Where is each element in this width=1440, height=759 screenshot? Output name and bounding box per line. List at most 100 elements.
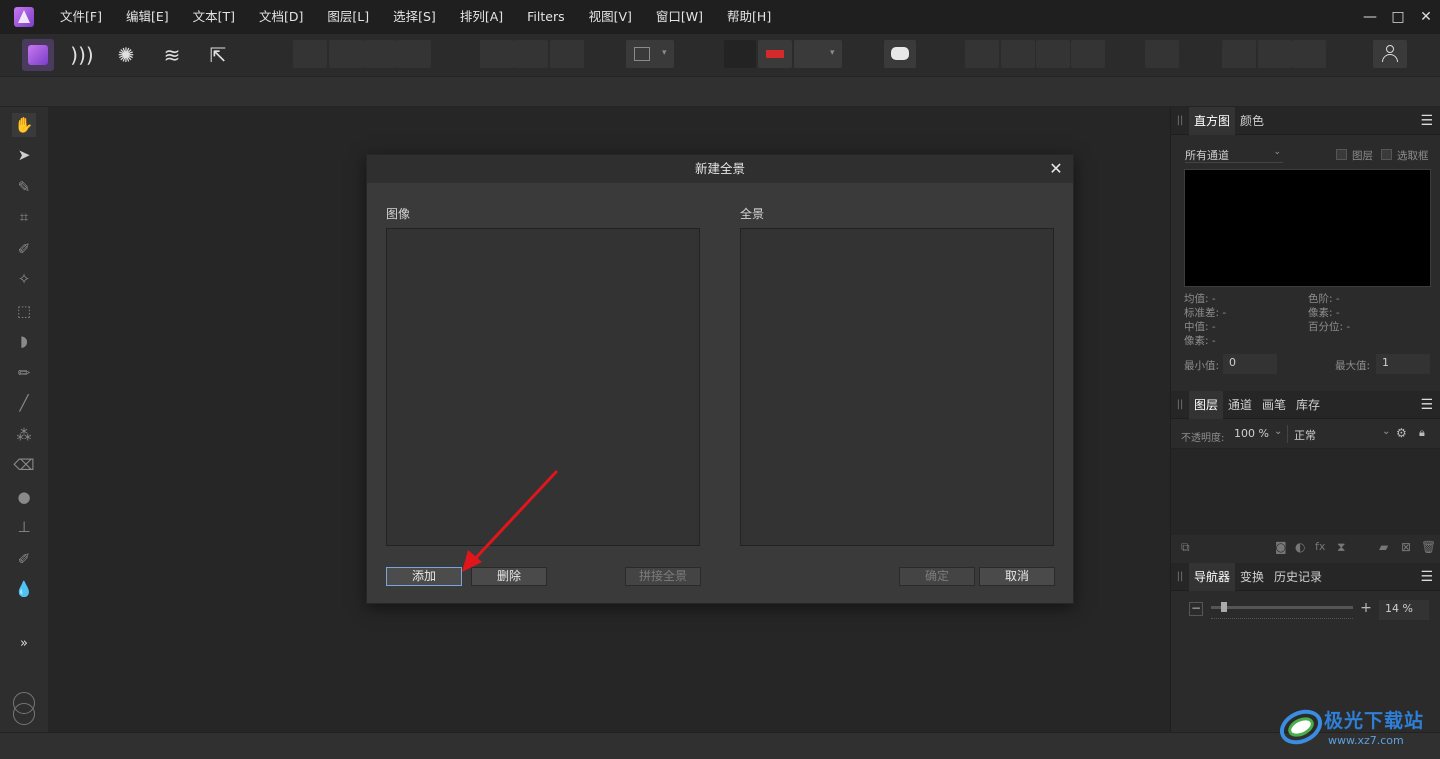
maximize-icon[interactable]: □	[1384, 9, 1412, 25]
move-tool-icon[interactable]: ➤	[12, 143, 36, 167]
ok-button[interactable]: 确定	[899, 567, 975, 586]
menu-document[interactable]: 文档[D]	[247, 0, 315, 34]
snapping-options-dropdown[interactable]: ▾	[794, 40, 842, 68]
tab-stock[interactable]: 库存	[1291, 391, 1325, 419]
auto-contrast-button[interactable]	[329, 40, 363, 68]
panel-menu-icon[interactable]: ☰	[1420, 113, 1433, 129]
paint-brush-tool-icon[interactable]: ✏	[12, 361, 36, 385]
folder-icon[interactable]: ▰	[1379, 540, 1388, 554]
tab-layers[interactable]: 图层	[1189, 390, 1224, 419]
lock-icon[interactable]: 🔒︎	[1419, 426, 1425, 440]
affinity-photo-logo-icon[interactable]	[14, 7, 34, 27]
selection-mode-3-button[interactable]	[550, 40, 584, 68]
trash-icon[interactable]: 🗑︎	[1421, 540, 1436, 554]
menu-layer[interactable]: 图层[L]	[315, 0, 381, 34]
add-button[interactable]: 添加	[386, 567, 462, 586]
delete-layer-icon[interactable]: ⊠	[1401, 540, 1411, 554]
channel-select[interactable]: 所有通道 ⌄	[1185, 147, 1283, 163]
arrange-2-button[interactable]	[1001, 40, 1035, 68]
opacity-value[interactable]: 100 %	[1234, 427, 1269, 440]
arrange-3-button[interactable]	[1036, 40, 1070, 68]
quick-mask-dropdown[interactable]: ▾	[626, 40, 674, 68]
boolean-2-button[interactable]	[1258, 40, 1292, 68]
erase-tool-icon[interactable]: ⌫	[12, 453, 36, 477]
tab-histogram[interactable]: 直方图	[1189, 106, 1236, 135]
auto-white-balance-button[interactable]	[397, 40, 431, 68]
min-value-field[interactable]: 0	[1223, 354, 1277, 374]
flood-fill-tool-icon[interactable]: ◗	[12, 329, 36, 353]
liquify-persona-icon[interactable]: )))	[66, 39, 98, 71]
close-icon[interactable]: ✕	[1047, 159, 1065, 178]
close-window-icon[interactable]: ✕	[1412, 9, 1440, 25]
panel-menu-icon[interactable]: ☰	[1420, 397, 1433, 413]
hand-tool-icon[interactable]: ✋	[12, 113, 36, 137]
flood-select-tool-icon[interactable]: ✧	[12, 267, 36, 291]
chevron-down-icon[interactable]: ⌄	[1274, 426, 1282, 437]
grip-icon[interactable]: ||	[1171, 571, 1189, 582]
boolean-1-button[interactable]	[1222, 40, 1256, 68]
arrange-1-button[interactable]	[965, 40, 999, 68]
fx-icon[interactable]: fx	[1315, 540, 1325, 553]
menu-view[interactable]: 视图[V]	[577, 0, 644, 34]
snapping-icon[interactable]	[724, 40, 756, 68]
tone-mapping-persona-icon[interactable]: ≋	[156, 39, 188, 71]
zoom-slider-handle[interactable]	[1221, 602, 1227, 612]
menu-file[interactable]: 文件[F]	[48, 0, 114, 34]
tab-brushes[interactable]: 画笔	[1257, 391, 1291, 419]
develop-persona-icon[interactable]: ✺	[110, 39, 142, 71]
zoom-in-icon[interactable]: +	[1359, 601, 1373, 616]
selection-checkbox[interactable]	[1381, 149, 1392, 160]
menu-window[interactable]: 窗口[W]	[644, 0, 715, 34]
auto-colors-button[interactable]	[363, 40, 397, 68]
clone-tool-icon[interactable]: ⊥	[12, 515, 36, 539]
menu-edit[interactable]: 编辑[E]	[114, 0, 181, 34]
color-picker-tool-icon[interactable]: ✎	[12, 175, 36, 199]
menu-select[interactable]: 选择[S]	[381, 0, 448, 34]
zoom-value-field[interactable]: 14 %	[1379, 600, 1429, 620]
selection-mode-1-button[interactable]	[480, 40, 514, 68]
tab-history[interactable]: 历史记录	[1269, 563, 1327, 591]
minimize-icon[interactable]: —	[1356, 9, 1384, 25]
live-filter-icon[interactable]: ⧗	[1337, 540, 1345, 555]
stitch-panorama-button[interactable]: 拼接全景	[625, 567, 701, 586]
marquee-tool-icon[interactable]: ⬚	[12, 299, 36, 323]
selection-mode-2-button[interactable]	[514, 40, 548, 68]
arrange-4-button[interactable]	[1071, 40, 1105, 68]
boolean-3-button[interactable]	[1292, 40, 1326, 68]
menu-help[interactable]: 帮助[H]	[715, 0, 783, 34]
align-button[interactable]	[1145, 40, 1179, 68]
crop-tool-icon[interactable]: ⌗	[12, 205, 36, 229]
max-value-field[interactable]: 1	[1376, 354, 1430, 374]
color-swatch-icon[interactable]	[12, 683, 36, 725]
tab-transform[interactable]: 变换	[1235, 563, 1269, 591]
panel-menu-icon[interactable]: ☰	[1420, 569, 1433, 585]
blend-mode-select[interactable]: 正常 ⌄	[1287, 425, 1390, 443]
gear-icon[interactable]: ⚙	[1396, 426, 1407, 440]
tab-navigator[interactable]: 导航器	[1189, 562, 1236, 591]
pixel-tool-icon[interactable]: ⁂	[12, 423, 36, 447]
menu-filters[interactable]: Filters	[515, 0, 576, 34]
healing-tool-icon[interactable]: ✐	[12, 547, 36, 571]
menu-text[interactable]: 文本[T]	[181, 0, 247, 34]
dodge-tool-icon[interactable]: ●	[12, 485, 36, 509]
tab-color[interactable]: 颜色	[1235, 107, 1269, 135]
account-user-icon[interactable]	[1373, 40, 1407, 68]
brush-tool-icon[interactable]: ╱	[12, 391, 36, 415]
snapping-toggle-button[interactable]	[758, 40, 792, 68]
mask-layer-icon[interactable]: ◙	[1275, 540, 1287, 554]
blur-tool-icon[interactable]: 💧	[12, 577, 36, 601]
adjustment-layer-icon[interactable]: ◐	[1295, 540, 1305, 554]
selection-brush-tool-icon[interactable]: ✐	[12, 237, 36, 261]
grip-icon[interactable]: ||	[1171, 115, 1189, 126]
assistant-icon[interactable]	[884, 40, 916, 68]
menu-arrange[interactable]: 排列[A]	[448, 0, 515, 34]
export-persona-icon[interactable]: ⇱	[202, 39, 234, 71]
layer-checkbox[interactable]	[1336, 149, 1347, 160]
layers-list[interactable]	[1171, 449, 1440, 535]
auto-levels-button[interactable]	[293, 40, 327, 68]
grip-icon[interactable]: ||	[1171, 399, 1189, 410]
expand-tools-icon[interactable]: »	[12, 631, 36, 655]
duplicate-layer-icon[interactable]: ⧉	[1181, 540, 1190, 555]
panorama-list[interactable]	[740, 228, 1054, 546]
zoom-out-icon[interactable]: −	[1189, 602, 1203, 616]
